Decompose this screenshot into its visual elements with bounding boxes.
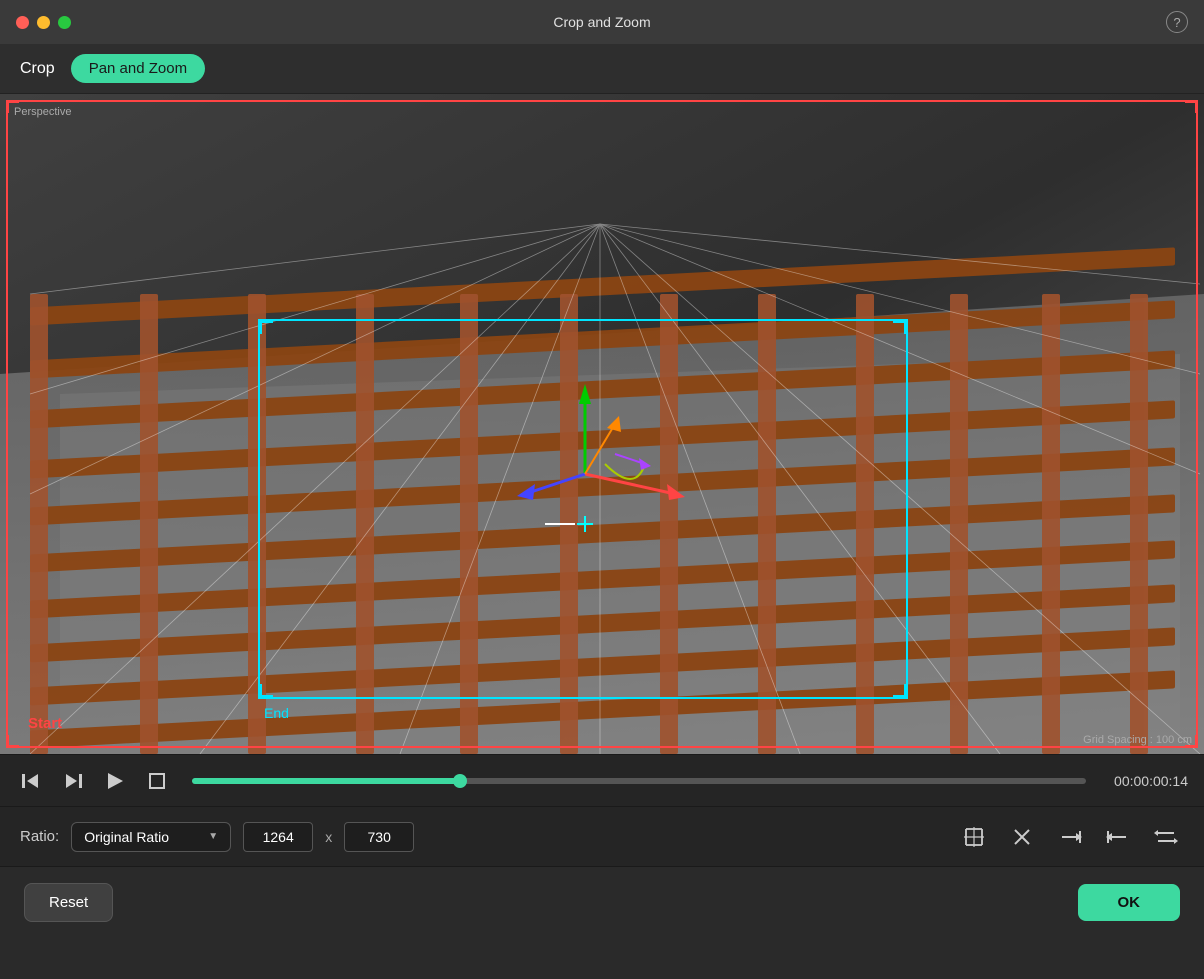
- ratio-label: Ratio:: [20, 828, 59, 845]
- grid-spacing-label: Grid Spacing : 100 cm: [1083, 734, 1192, 746]
- ratio-bar: Ratio: Original Ratio ▼ x: [0, 806, 1204, 866]
- crop-icon-button[interactable]: [956, 819, 992, 855]
- reset-button[interactable]: Reset: [24, 883, 113, 922]
- transport-bar: 00:00:00:14: [0, 754, 1204, 806]
- ok-button[interactable]: OK: [1078, 884, 1181, 921]
- minimize-button[interactable]: [37, 16, 50, 29]
- window-controls: [16, 16, 71, 29]
- height-input[interactable]: [344, 822, 414, 852]
- window-title: Crop and Zoom: [553, 14, 650, 30]
- dimension-separator: x: [325, 829, 332, 845]
- perspective-label: Perspective: [14, 106, 71, 118]
- stop-button[interactable]: [142, 766, 172, 796]
- step-back-button[interactable]: [16, 766, 46, 796]
- bottom-bar: Reset OK: [0, 866, 1204, 938]
- play-button[interactable]: [100, 766, 130, 796]
- scene-canvas: [0, 94, 1204, 754]
- help-button[interactable]: ?: [1166, 11, 1188, 33]
- swap-icon-button[interactable]: [1148, 819, 1184, 855]
- trim-right-icon-button[interactable]: [1052, 819, 1088, 855]
- step-forward-button[interactable]: [58, 766, 88, 796]
- tab-bar: Crop Pan and Zoom: [0, 44, 1204, 94]
- titlebar: Crop and Zoom ?: [0, 0, 1204, 44]
- fullscreen-button[interactable]: [58, 16, 71, 29]
- ratio-dropdown[interactable]: Original Ratio ▼: [71, 822, 231, 852]
- viewport: End Perspective Start Grid Spacing : 100…: [0, 94, 1204, 754]
- close-button[interactable]: [16, 16, 29, 29]
- tab-crop[interactable]: Crop: [20, 56, 55, 82]
- scrubber[interactable]: [192, 778, 1086, 784]
- width-input[interactable]: [243, 822, 313, 852]
- start-label: Start: [28, 715, 62, 732]
- chevron-down-icon: ▼: [208, 831, 218, 842]
- tab-pan-and-zoom[interactable]: Pan and Zoom: [71, 54, 205, 83]
- timecode: 00:00:00:14: [1114, 773, 1188, 789]
- close-icon-button[interactable]: [1004, 819, 1040, 855]
- scrubber-fill: [192, 778, 460, 784]
- trim-left-icon-button[interactable]: [1100, 819, 1136, 855]
- scrubber-thumb[interactable]: [453, 774, 467, 788]
